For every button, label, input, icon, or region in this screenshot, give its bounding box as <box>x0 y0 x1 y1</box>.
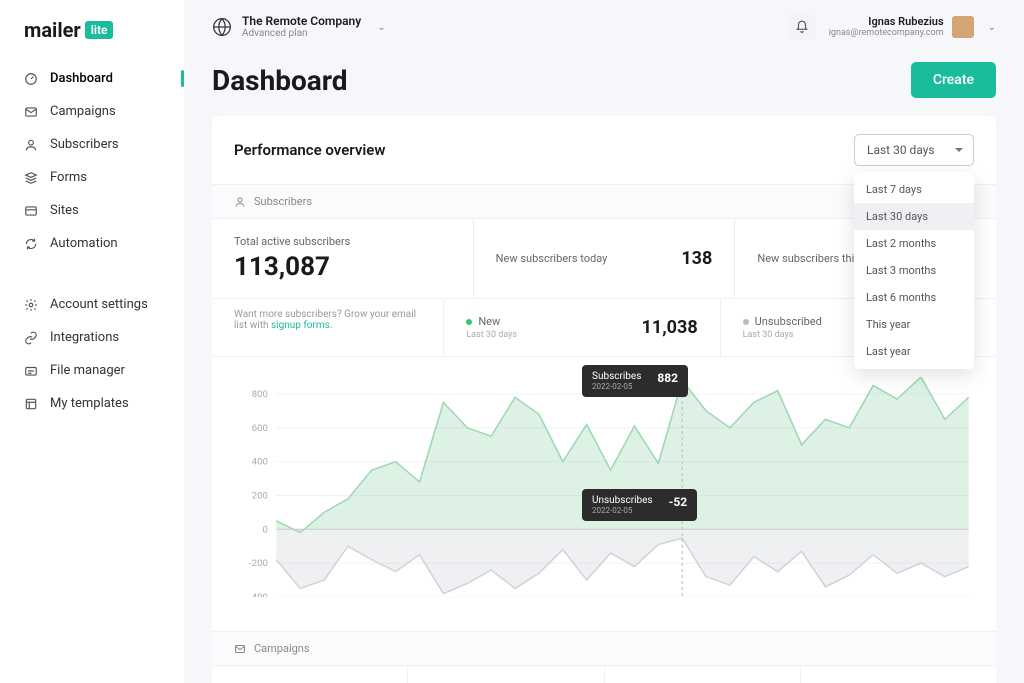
chevron-down-icon: ⌄ <box>377 22 385 33</box>
stat-clicks: Clicks Last 30 days 1,422 <box>605 666 801 683</box>
total-active-value: 113,087 <box>234 252 451 282</box>
nav-item-forms[interactable]: Forms <box>0 161 184 194</box>
refresh-icon <box>24 237 38 251</box>
globe-icon <box>212 17 232 37</box>
range-option[interactable]: Last 7 days <box>854 176 974 203</box>
stack-icon <box>24 171 38 185</box>
new-30days-value: 11,038 <box>642 317 698 338</box>
speedometer-icon <box>24 72 38 86</box>
mail-icon <box>24 105 38 119</box>
stat-ctor: CTOR ⓘ Last 30 days 33.86% <box>801 666 996 683</box>
topbar: The Remote Company Advanced plan ⌄ Ignas… <box>184 0 1024 48</box>
create-button[interactable]: Create <box>911 62 996 98</box>
campaigns-section-label: Campaigns <box>212 631 996 666</box>
nav-label: File manager <box>50 363 125 378</box>
tooltip-subscribes: Subscribes 2022-02-05 882 <box>582 365 688 397</box>
nav-label: Automation <box>50 236 118 251</box>
new-today-value: 138 <box>681 248 712 269</box>
sidebar: mailerlite Dashboard Campaigns Subscribers… <box>0 0 184 683</box>
range-option[interactable]: Last 3 months <box>854 257 974 284</box>
chevron-down-icon: ⌄ <box>988 22 996 33</box>
nav-item-automation[interactable]: Automation <box>0 227 184 260</box>
stat-total-active: Total active subscribers 113,087 <box>212 219 474 298</box>
nav-item-subscribers[interactable]: Subscribers <box>0 128 184 161</box>
range-option[interactable]: This year <box>854 311 974 338</box>
tooltip-unsubscribes: Unsubscribes 2022-02-05 -52 <box>582 489 697 521</box>
nav-item-campaigns[interactable]: Campaigns <box>0 95 184 128</box>
hint-text: Want more subscribers? Grow your email l… <box>212 299 443 347</box>
template-icon <box>24 397 38 411</box>
user-menu[interactable]: Ignas Rubezius ignas@remotecompany.com ⌄ <box>829 15 996 39</box>
stat-new-30days: New Last 30 days 11,038 <box>444 299 720 356</box>
nav-label: Dashboard <box>50 71 113 86</box>
avatar <box>952 16 974 38</box>
svg-text:400: 400 <box>252 457 268 468</box>
range-option[interactable]: Last 6 months <box>854 284 974 311</box>
company-plan: Advanced plan <box>242 28 361 40</box>
stat-opens: Opens Last 30 days 4,200 <box>408 666 604 683</box>
panel-title: Performance overview <box>234 141 385 159</box>
range-option[interactable]: Last year <box>854 338 974 365</box>
user-email: ignas@remotecompany.com <box>829 28 944 39</box>
range-option[interactable]: Last 30 days <box>854 203 974 230</box>
nav-label: Campaigns <box>50 104 116 119</box>
brand-suffix: lite <box>85 21 114 39</box>
stat-new-today: New subscribers today 138 <box>474 219 736 298</box>
nav-item-sites[interactable]: Sites <box>0 194 184 227</box>
company-name: The Remote Company <box>242 14 361 28</box>
company-selector[interactable]: The Remote Company Advanced plan ⌄ <box>212 14 386 40</box>
card-icon <box>24 204 38 218</box>
date-range-select[interactable]: Last 30 days <box>854 134 974 166</box>
user-icon <box>234 196 246 208</box>
nav-label: Integrations <box>50 330 119 345</box>
signup-forms-link[interactable]: signup forms <box>271 320 330 331</box>
mail-icon <box>234 643 246 655</box>
nav-label: Subscribers <box>50 137 119 152</box>
nav-item-account-settings[interactable]: Account settings <box>0 288 184 321</box>
user-icon <box>24 138 38 152</box>
date-range-dropdown: Last 7 daysLast 30 daysLast 2 monthsLast… <box>854 172 974 369</box>
svg-text:600: 600 <box>252 423 268 434</box>
brand-name: mailer <box>24 18 81 42</box>
notifications-button[interactable] <box>789 14 815 40</box>
svg-text:200: 200 <box>252 491 268 502</box>
page-title: Dashboard <box>212 64 348 97</box>
logo: mailerlite <box>0 18 184 62</box>
nav-item-integrations[interactable]: Integrations <box>0 321 184 354</box>
subscriber-chart: 800 600 400 200 0 -200 -400 Subscribes 2022-02… <box>212 357 996 631</box>
svg-text:-400: -400 <box>249 593 268 598</box>
stat-emails-sent: Emails sent 7,869 <box>212 666 408 683</box>
link-icon <box>24 331 38 345</box>
folder-icon <box>24 364 38 378</box>
user-name: Ignas Rubezius <box>829 15 944 28</box>
nav-label: Sites <box>50 203 79 218</box>
nav-label: My templates <box>50 396 129 411</box>
nav-item-my-templates[interactable]: My templates <box>0 387 184 420</box>
nav-label: Account settings <box>50 297 148 312</box>
nav-label: Forms <box>50 170 87 185</box>
range-option[interactable]: Last 2 months <box>854 230 974 257</box>
svg-text:800: 800 <box>252 390 268 401</box>
performance-panel: Performance overview Last 30 days Last 7… <box>212 116 996 683</box>
nav-item-file-manager[interactable]: File manager <box>0 354 184 387</box>
main: The Remote Company Advanced plan ⌄ Ignas… <box>184 0 1024 683</box>
gear-icon <box>24 298 38 312</box>
nav-item-dashboard[interactable]: Dashboard <box>0 62 184 95</box>
svg-text:-200: -200 <box>249 559 268 570</box>
svg-text:0: 0 <box>262 525 267 536</box>
